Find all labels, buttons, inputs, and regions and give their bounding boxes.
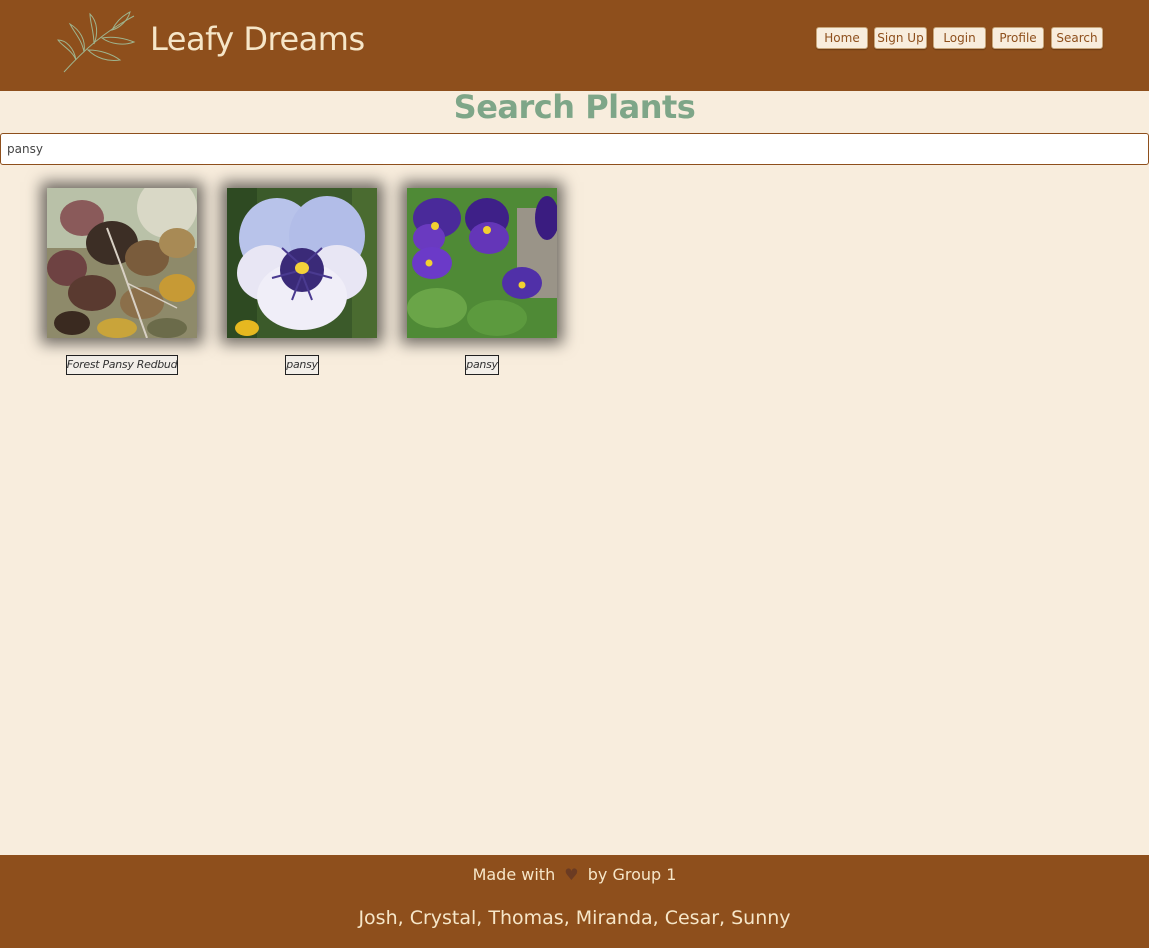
site-header: Leafy Dreams Home Sign Up Login Profile …: [0, 0, 1149, 91]
made-with-suffix: by Group 1: [587, 865, 677, 884]
nav-home-button[interactable]: Home: [816, 27, 868, 49]
result-card[interactable]: pansy: [227, 188, 377, 375]
site-footer: Made with ♥ by Group 1 Josh, Crystal, Th…: [0, 855, 1149, 948]
result-label[interactable]: pansy: [465, 355, 499, 375]
nav-login-button[interactable]: Login: [933, 27, 986, 49]
plant-image[interactable]: [227, 188, 377, 338]
nav-search-button[interactable]: Search: [1051, 27, 1103, 49]
made-with-prefix: Made with: [472, 865, 556, 884]
heart-icon: ♥: [564, 865, 579, 884]
team-members: Josh, Crystal, Thomas, Miranda, Cesar, S…: [358, 907, 791, 929]
plant-image[interactable]: [407, 188, 557, 338]
plant-image[interactable]: [47, 188, 197, 338]
search-input[interactable]: [0, 133, 1149, 165]
made-with-line: Made with ♥ by Group 1: [0, 865, 1149, 884]
main-nav: Home Sign Up Login Profile Search: [0, 27, 1149, 51]
result-label[interactable]: pansy: [285, 355, 319, 375]
result-card[interactable]: pansy: [407, 188, 557, 375]
nav-signup-button[interactable]: Sign Up: [874, 27, 927, 49]
nav-profile-button[interactable]: Profile: [992, 27, 1044, 49]
result-card[interactable]: Forest Pansy Redbud: [47, 188, 197, 375]
result-label[interactable]: Forest Pansy Redbud: [65, 355, 179, 375]
page-title: Search Plants: [453, 88, 696, 126]
